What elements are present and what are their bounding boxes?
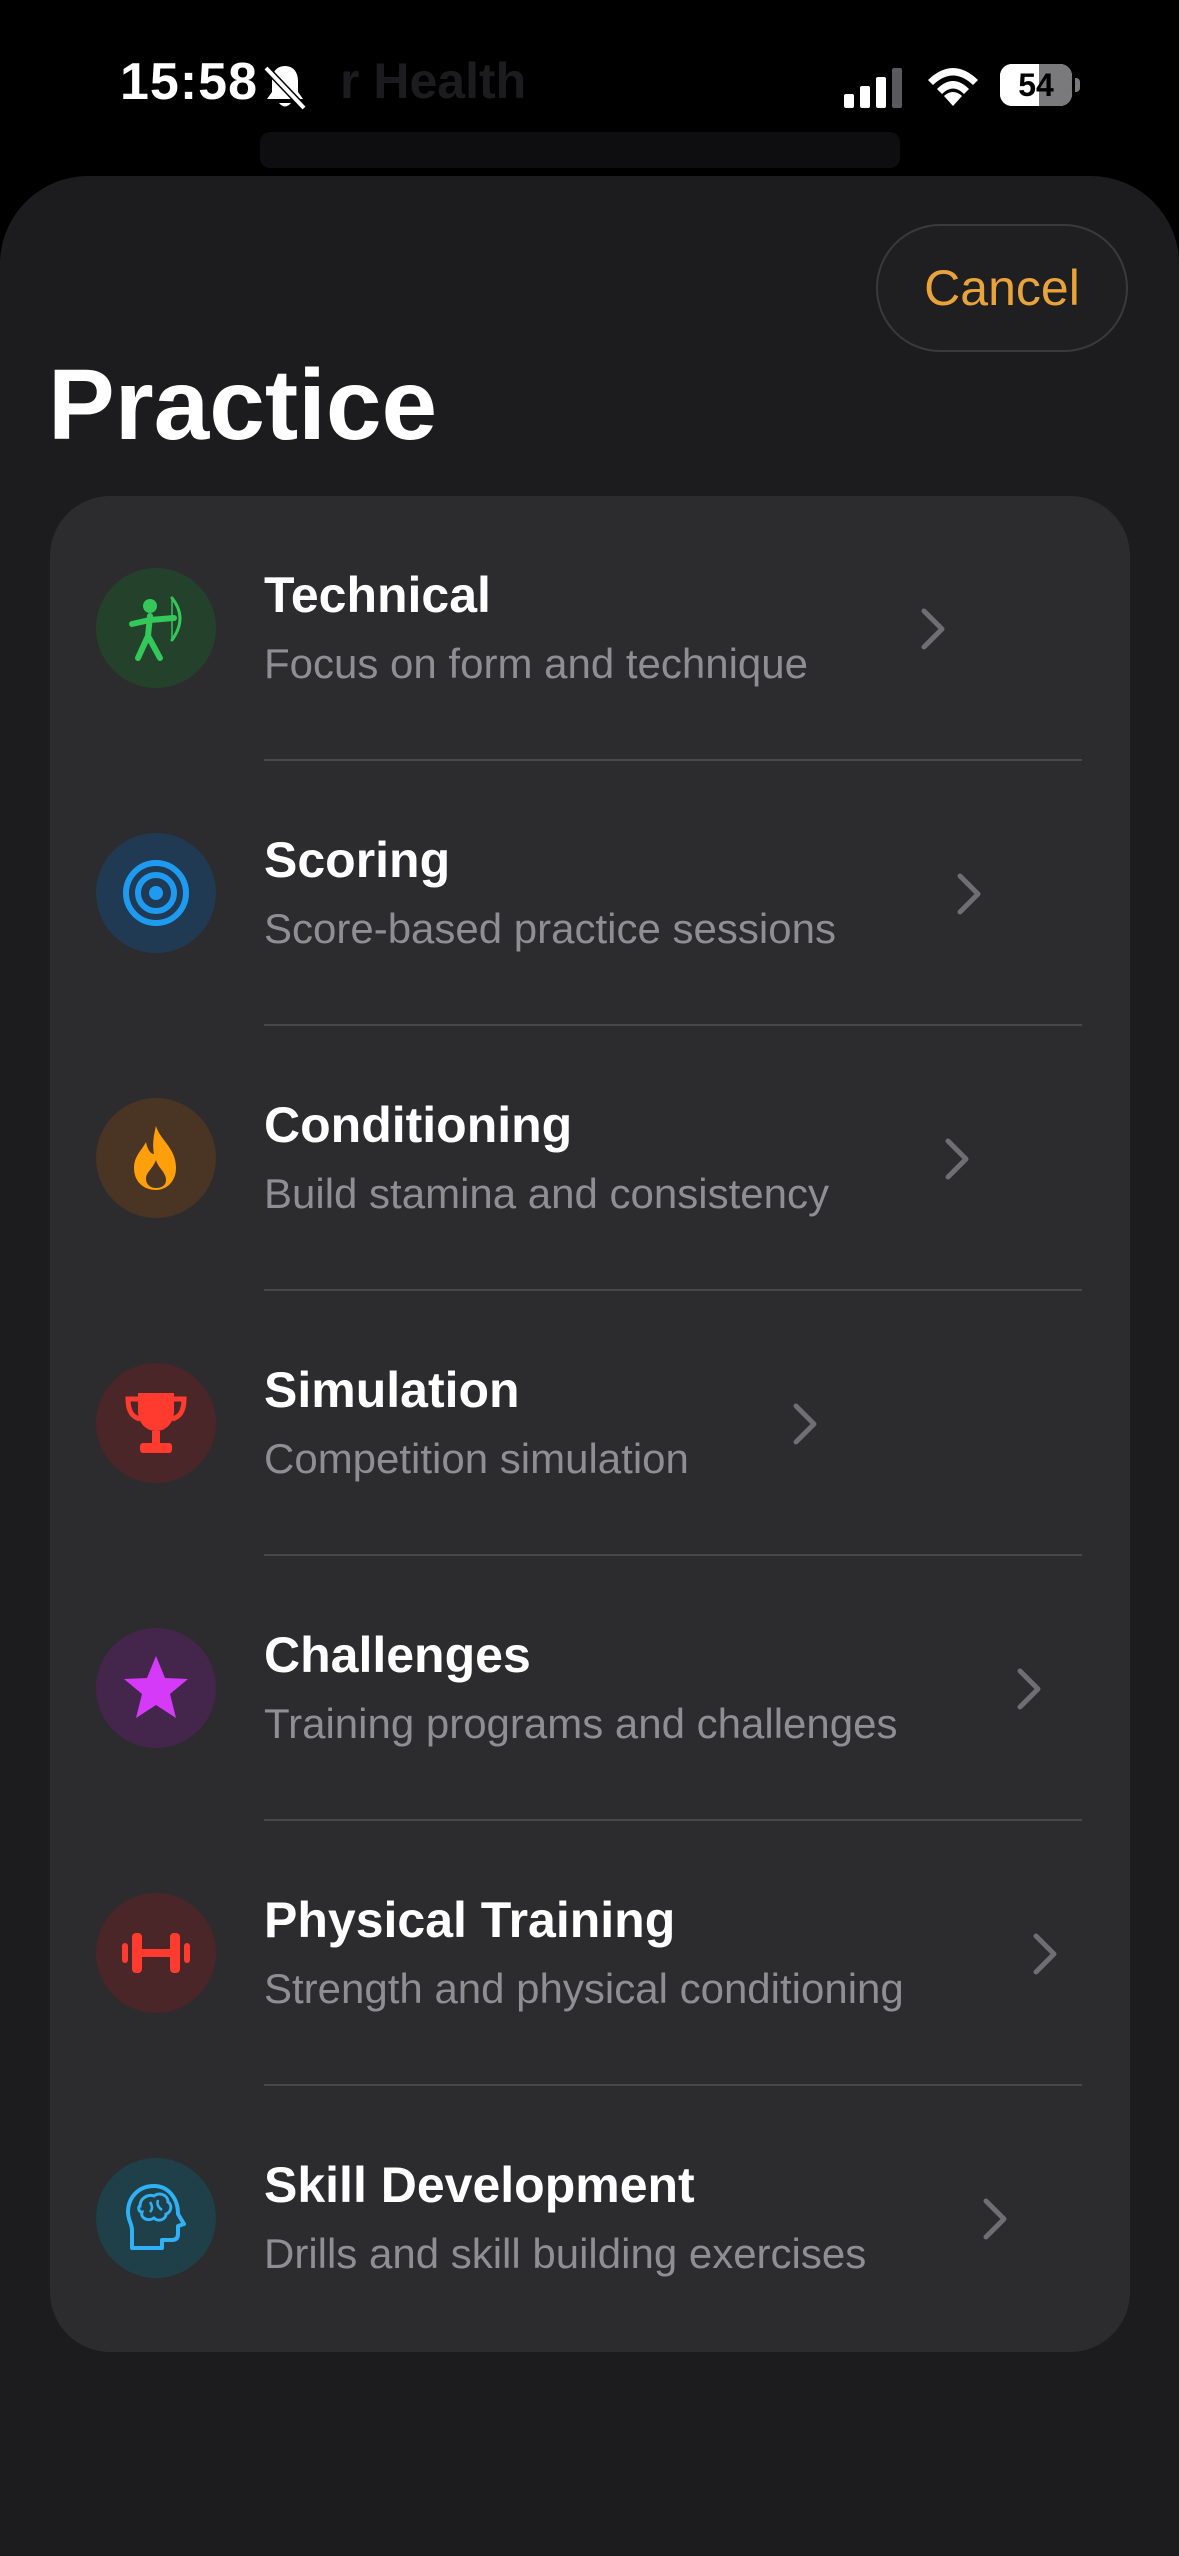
brain-head-icon	[96, 2158, 216, 2278]
flame-icon	[96, 1098, 216, 1218]
dumbbell-icon	[96, 1893, 216, 2013]
star-icon	[96, 1628, 216, 1748]
list-item-challenges[interactable]: Challenges Training programs and challen…	[50, 1556, 1130, 1821]
chevron-right-icon	[1033, 1933, 1057, 1975]
list-item-subtitle: Strength and physical conditioning	[264, 1965, 904, 2012]
list-item-technical[interactable]: Technical Focus on form and technique	[50, 496, 1130, 761]
list-item-subtitle: Competition simulation	[264, 1435, 689, 1482]
chevron-right-icon	[1017, 1668, 1041, 1710]
list-item-subtitle: Score-based practice sessions	[264, 905, 836, 952]
list-item-conditioning[interactable]: Conditioning Build stamina and consisten…	[50, 1026, 1130, 1291]
chevron-right-icon	[945, 1138, 969, 1180]
chevron-right-icon	[957, 873, 981, 915]
list-item-title: Challenges	[264, 1627, 531, 1683]
practice-type-list: Technical Focus on form and technique Sc…	[50, 496, 1130, 2352]
list-item-scoring[interactable]: Scoring Score-based practice sessions	[50, 761, 1130, 1026]
trophy-icon	[96, 1363, 216, 1483]
archer-icon	[96, 568, 216, 688]
background-page-title: r Health	[340, 53, 527, 109]
list-item-skill-development[interactable]: Skill Development Drills and skill build…	[50, 2086, 1130, 2351]
status-bar: r Health 15:58 54	[0, 0, 1179, 170]
list-item-title: Physical Training	[264, 1892, 676, 1948]
list-item-subtitle: Training programs and challenges	[264, 1700, 898, 1747]
background-page-subtitle	[260, 132, 900, 168]
silent-bell-icon	[263, 65, 307, 111]
practice-sheet: Cancel Practice Technical Focus on form …	[0, 176, 1179, 2556]
chevron-right-icon	[793, 1403, 817, 1445]
list-item-title: Skill Development	[264, 2157, 695, 2213]
status-time: 15:58	[120, 53, 258, 111]
list-item-title: Simulation	[264, 1362, 520, 1418]
page-title: Practice	[48, 349, 438, 461]
list-item-subtitle: Build stamina and consistency	[264, 1170, 829, 1217]
list-item-title: Scoring	[264, 832, 451, 888]
list-item-title: Conditioning	[264, 1097, 573, 1153]
battery-icon: 54	[1000, 64, 1080, 106]
list-item-subtitle: Drills and skill building exercises	[264, 2230, 867, 2277]
cancel-button[interactable]: Cancel	[876, 224, 1128, 352]
wifi-icon	[928, 68, 978, 106]
cellular-signal-icon	[844, 68, 902, 108]
list-item-physical-training[interactable]: Physical Training Strength and physical …	[50, 1821, 1130, 2086]
chevron-right-icon	[921, 608, 945, 650]
battery-percent: 54	[1018, 67, 1054, 103]
list-item-title: Technical	[264, 567, 491, 623]
target-icon	[96, 833, 216, 953]
chevron-right-icon	[983, 2198, 1007, 2240]
list-item-subtitle: Focus on form and technique	[264, 640, 808, 687]
list-item-simulation[interactable]: Simulation Competition simulation	[50, 1291, 1130, 1556]
